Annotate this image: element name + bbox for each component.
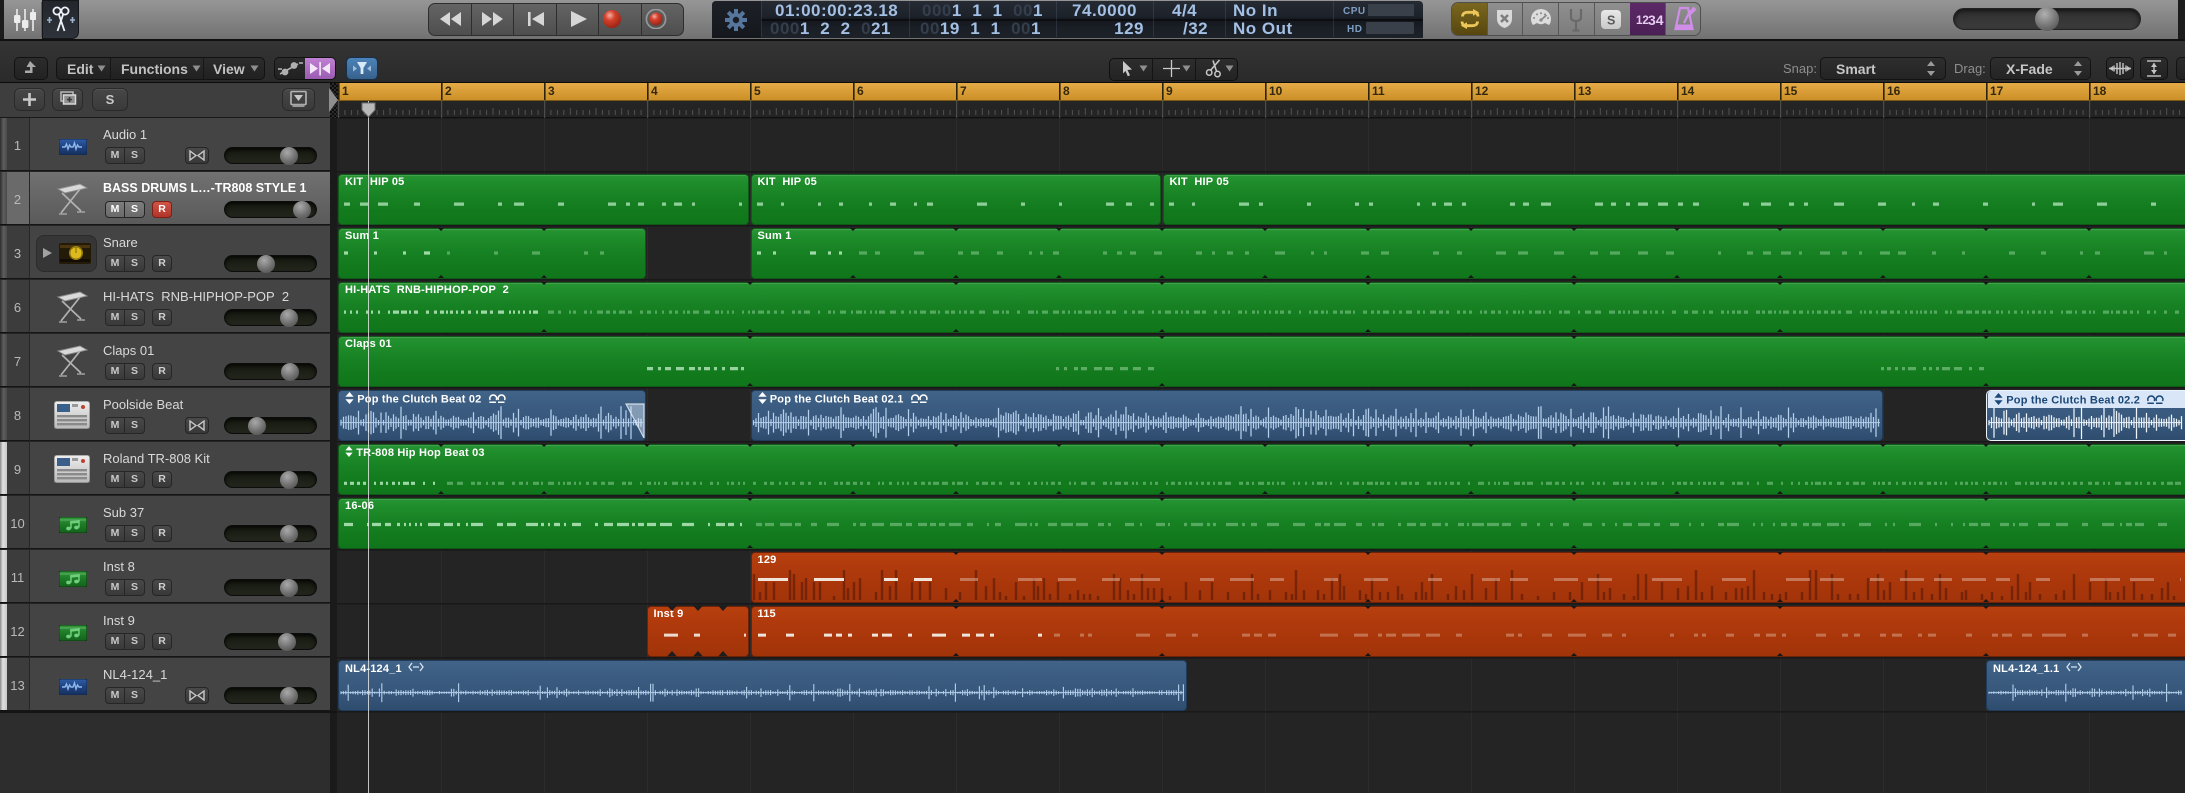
svg-text:12: 12 — [1636, 15, 1649, 27]
svg-text:S: S — [1607, 14, 1615, 28]
svg-text:34: 34 — [1648, 12, 1664, 28]
